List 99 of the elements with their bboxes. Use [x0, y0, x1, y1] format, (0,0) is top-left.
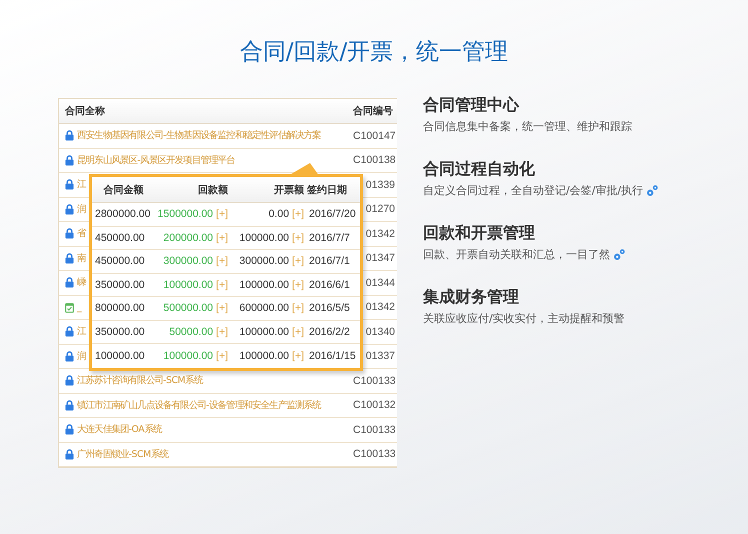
invoiced-amount: 100000.00: [239, 350, 290, 362]
contract-name-link[interactable]: 江苏苏计咨询有限公司-SCM系统: [77, 374, 202, 388]
contract-name-link[interactable]: 嵊: [77, 276, 86, 290]
feature-description: 回款、开票自动关联和汇总，一目了然: [423, 247, 610, 262]
feature-title: 合同过程自动化: [423, 159, 536, 179]
invoiced-amount: 300000.00: [239, 255, 290, 268]
received-amount: 100000.00: [163, 350, 214, 362]
add-link[interactable]: [+]: [292, 208, 304, 220]
contract-code: C100147: [353, 130, 397, 142]
date-cell-text: 2016/7/7: [308, 232, 351, 244]
lock-icon: [65, 154, 74, 166]
amount-cell-text: 350000.00: [94, 278, 146, 291]
add-link[interactable]: [+]: [292, 278, 304, 291]
invoiced-amount: 100000.00: [239, 326, 290, 338]
lock-icon: [65, 448, 74, 460]
lock-icon: [65, 326, 74, 338]
amount-cell-text: 2800000.00: [94, 208, 152, 220]
page-title: 合同/回款/开票，统一管理: [238, 38, 510, 67]
lock-icon: [65, 400, 74, 411]
contract-code: C100133: [353, 374, 397, 387]
add-link[interactable]: [+]: [216, 208, 228, 220]
add-link[interactable]: [+]: [216, 232, 228, 244]
received-amount: 1500000.00: [158, 208, 214, 220]
invoiced-amount: 100000.00: [239, 232, 290, 244]
feature-title: 回款和开票管理: [423, 223, 536, 243]
feature-title: 集成财务管理: [423, 287, 520, 307]
contract-name-link[interactable]: _: [77, 302, 82, 313]
contract-code: 01342: [364, 228, 396, 240]
received-amount: 100000.00: [163, 278, 214, 291]
contract-name-link[interactable]: 昆明东山风景区-风景区开发项目管理平台: [77, 154, 235, 167]
lock-icon: [65, 204, 74, 215]
feature-title: 合同管理中心: [423, 95, 520, 115]
date-cell-text: 2016/7/1: [308, 255, 351, 268]
contract-name-link[interactable]: 江: [77, 325, 86, 338]
received-amount: 200000.00: [163, 232, 214, 244]
date-cell-text: 2016/6/1: [308, 278, 351, 291]
add-link[interactable]: [+]: [216, 350, 228, 362]
date-cell-text: 2016/7/20: [308, 208, 357, 220]
column-header: 签约日期: [306, 184, 348, 196]
contract-name-link[interactable]: 江: [77, 178, 86, 192]
column-header: 合同全称: [64, 104, 106, 118]
amount-cell-text: 100000.00: [94, 350, 146, 362]
feature-description: 合同信息集中备案，统一管理、维护和跟踪: [423, 119, 632, 134]
amount-cell-text: 800000.00: [94, 302, 146, 314]
contract-code: C100133: [353, 424, 397, 436]
lock-icon: [65, 252, 74, 264]
invoiced-amount: 100000.00: [239, 278, 290, 291]
contract-code: C100138: [353, 154, 397, 166]
add-link[interactable]: [+]: [216, 302, 228, 314]
contract-code: C100132: [353, 399, 397, 412]
lock-icon: [65, 375, 74, 386]
contract-name-link[interactable]: 南: [77, 252, 86, 265]
feature-description: 自定义合同过程，全自动登记/会签/审批/执行: [423, 183, 644, 198]
lock-icon: [65, 277, 74, 288]
contract-name-link[interactable]: 省: [77, 227, 86, 240]
lock-icon: [65, 424, 74, 436]
lock-icon: [65, 179, 74, 190]
contract-code: 01342: [364, 301, 396, 314]
amount-cell-text: 450000.00: [94, 232, 146, 244]
calendar-icon: [65, 302, 74, 313]
contract-name-link[interactable]: 广州奇固锁业-SCM系统: [77, 448, 168, 461]
received-amount: 500000.00: [163, 302, 214, 314]
contract-name-link[interactable]: 润: [77, 202, 86, 216]
contract-code: 01340: [364, 326, 396, 338]
column-header: 开票额: [273, 183, 304, 196]
contract-name-link[interactable]: 镇江市江南矿山几点设备有限公司-设备管理和安全生产监测系统: [77, 398, 321, 412]
received-amount: 300000.00: [163, 255, 214, 268]
contract-name-link[interactable]: 润: [77, 350, 86, 363]
amount-cell-text: 450000.00: [94, 255, 146, 268]
contract-code: 01347: [364, 252, 396, 264]
add-link[interactable]: [+]: [292, 350, 304, 362]
received-amount: 50000.00: [169, 326, 214, 338]
contract-name-link[interactable]: 西安生物基因有限公司-生物基因设备监控和稳定性评估解决方案: [77, 129, 321, 142]
invoiced-amount: 0.00: [268, 208, 290, 220]
column-header: 合同金额: [102, 183, 144, 196]
add-link[interactable]: [+]: [292, 302, 304, 314]
column-header: 合同编号: [353, 104, 394, 118]
contract-name-link[interactable]: 大连天佳集团-OA系统: [77, 423, 162, 436]
contract-code: 01337: [364, 350, 396, 362]
contract-code: C100133: [353, 448, 397, 460]
contract-code: 01339: [364, 178, 396, 191]
add-link[interactable]: [+]: [216, 326, 228, 338]
add-link[interactable]: [+]: [292, 255, 304, 268]
date-cell-text: 2016/2/2: [308, 326, 351, 338]
add-link[interactable]: [+]: [292, 232, 304, 244]
add-link[interactable]: [+]: [216, 255, 228, 268]
invoiced-amount: 600000.00: [239, 302, 290, 314]
lock-icon: [65, 228, 74, 240]
amount-cell-text: 350000.00: [94, 326, 146, 338]
feature-description: 关联应收应付/实收实付，主动提醒和预警: [423, 311, 625, 326]
lock-icon: [65, 350, 74, 362]
contract-code: 01270: [364, 203, 396, 216]
column-header: 回款额: [197, 183, 228, 196]
date-cell-text: 2016/5/5: [308, 302, 351, 314]
lock-icon: [65, 130, 74, 142]
contract-code: 01344: [364, 276, 396, 289]
add-link[interactable]: [+]: [216, 278, 228, 291]
date-cell-text: 2016/1/15: [308, 350, 357, 362]
add-link[interactable]: [+]: [292, 326, 304, 338]
